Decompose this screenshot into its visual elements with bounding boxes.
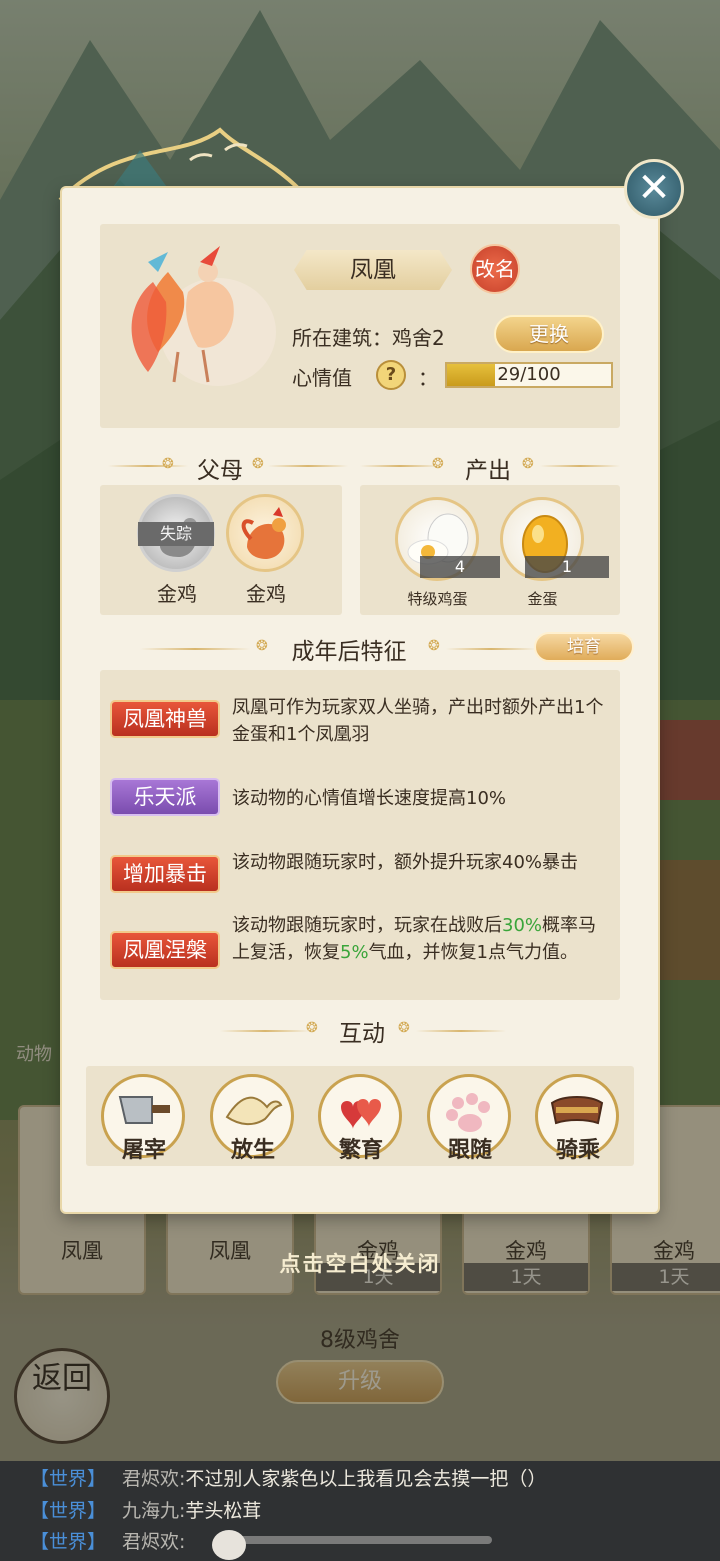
section-divider (360, 465, 440, 467)
parent-name: 金鸡 (246, 582, 286, 606)
interact-section-title: 互动 (339, 1021, 385, 1047)
output-name: 金蛋 (527, 590, 558, 608)
mood-progress-text: 29/100 (497, 364, 561, 385)
output-count: 4 (420, 556, 500, 578)
chat-message: 【世界】 君烬欢:不过别人家紫色以上我看见会去摸一把（） (30, 1464, 546, 1494)
chat-text: 不过别人家紫色以上我看见会去摸一把（） (185, 1468, 547, 1490)
section-divider (140, 648, 250, 650)
trait-highlight: 5% (340, 942, 369, 963)
trait-description: 凤凰可作为玩家双人坐骑，产出时额外产出1个金蛋和1个凤凰羽 (232, 697, 604, 745)
animal-name-plate: 凤凰 (294, 250, 452, 290)
trait-badge: 凤凰神兽 (110, 700, 220, 738)
traits-section-title: 成年后特征 (291, 639, 407, 665)
release-label: 放生 (230, 1137, 275, 1163)
parent-name: 金鸡 (157, 582, 197, 606)
section-ornament-icon: ❂ (306, 1020, 318, 1036)
parents-section-title: 父母 (197, 458, 243, 484)
section-divider (540, 465, 620, 467)
section-ornament-icon: ❂ (428, 638, 440, 654)
section-divider (268, 465, 348, 467)
section-divider (108, 465, 188, 467)
close-icon[interactable]: ✕ (624, 159, 684, 219)
chat-user: 九海九: (122, 1500, 186, 1522)
trait-highlight: 30% (502, 915, 543, 936)
trait-badge: 凤凰涅槃 (110, 931, 220, 969)
chat-user: 君烬欢: (122, 1468, 186, 1490)
section-divider (220, 1030, 310, 1032)
output-section-title: 产出 (465, 458, 511, 484)
parent-avatar[interactable] (226, 494, 304, 572)
section-ornament-icon: ❂ (252, 456, 264, 472)
breed-button[interactable]: 培育 (534, 632, 634, 662)
rename-button[interactable]: 改名 (470, 244, 520, 294)
chat-user: 君烬欢: (122, 1531, 186, 1553)
trait-badge: 增加暴击 (110, 855, 220, 893)
output-count: 1 (525, 556, 609, 578)
mood-label: 心情值 (292, 366, 352, 390)
section-ornament-icon: ❂ (432, 456, 444, 472)
chat-message: 【世界】 君烬欢: (30, 1527, 185, 1557)
output-name: 特级鸡蛋 (407, 590, 468, 608)
mood-colon: ： (418, 366, 438, 390)
section-divider (416, 1030, 506, 1032)
chat-text: 芋头松茸 (185, 1500, 262, 1522)
missing-status-tag: 失踪 (138, 522, 214, 546)
chat-channel: 【世界】 (30, 1531, 107, 1553)
tap-to-close-hint: 点击空白处关闭 (279, 1251, 441, 1276)
building-label: 所在建筑：鸡舍2 (292, 326, 445, 350)
section-ornament-icon: ❂ (522, 456, 534, 472)
breed-interact-label: 繁育 (338, 1137, 383, 1163)
phoenix-portrait (131, 246, 276, 386)
section-ornament-icon: ❂ (256, 638, 268, 654)
follow-label: 跟随 (447, 1137, 492, 1163)
chat-channel: 【世界】 (30, 1500, 107, 1522)
section-ornament-icon: ❂ (398, 1020, 410, 1036)
change-building-button[interactable]: 更换 (494, 315, 604, 353)
slaughter-label: 屠宰 (121, 1137, 166, 1163)
trait-text: 气血，并恢复1点气力值。 (368, 942, 579, 963)
chat-message: 【世界】 九海九:芋头松茸 (30, 1496, 261, 1526)
section-ornament-icon: ❂ (162, 456, 174, 472)
trait-description: 该动物跟随玩家时，玩家在战败后30%概率马上复活，恢复5%气血，并恢复1点气力值… (232, 912, 612, 966)
chat-scrollbar[interactable] (216, 1536, 492, 1544)
trait-text: 该动物跟随玩家时，玩家在战败后 (232, 915, 502, 936)
ride-label: 骑乘 (555, 1137, 600, 1163)
trait-description: 该动物跟随玩家时，额外提升玩家40%暴击 (232, 852, 579, 873)
section-divider (446, 648, 536, 650)
chat-channel: 【世界】 (30, 1468, 107, 1490)
trait-badge: 乐天派 (110, 778, 220, 816)
chat-emoji-avatar (212, 1530, 246, 1560)
mood-progress-bar: 29/100 (445, 362, 613, 388)
trait-description: 该动物的心情值增长速度提高10% (232, 788, 507, 809)
help-icon[interactable]: ? (376, 360, 406, 390)
